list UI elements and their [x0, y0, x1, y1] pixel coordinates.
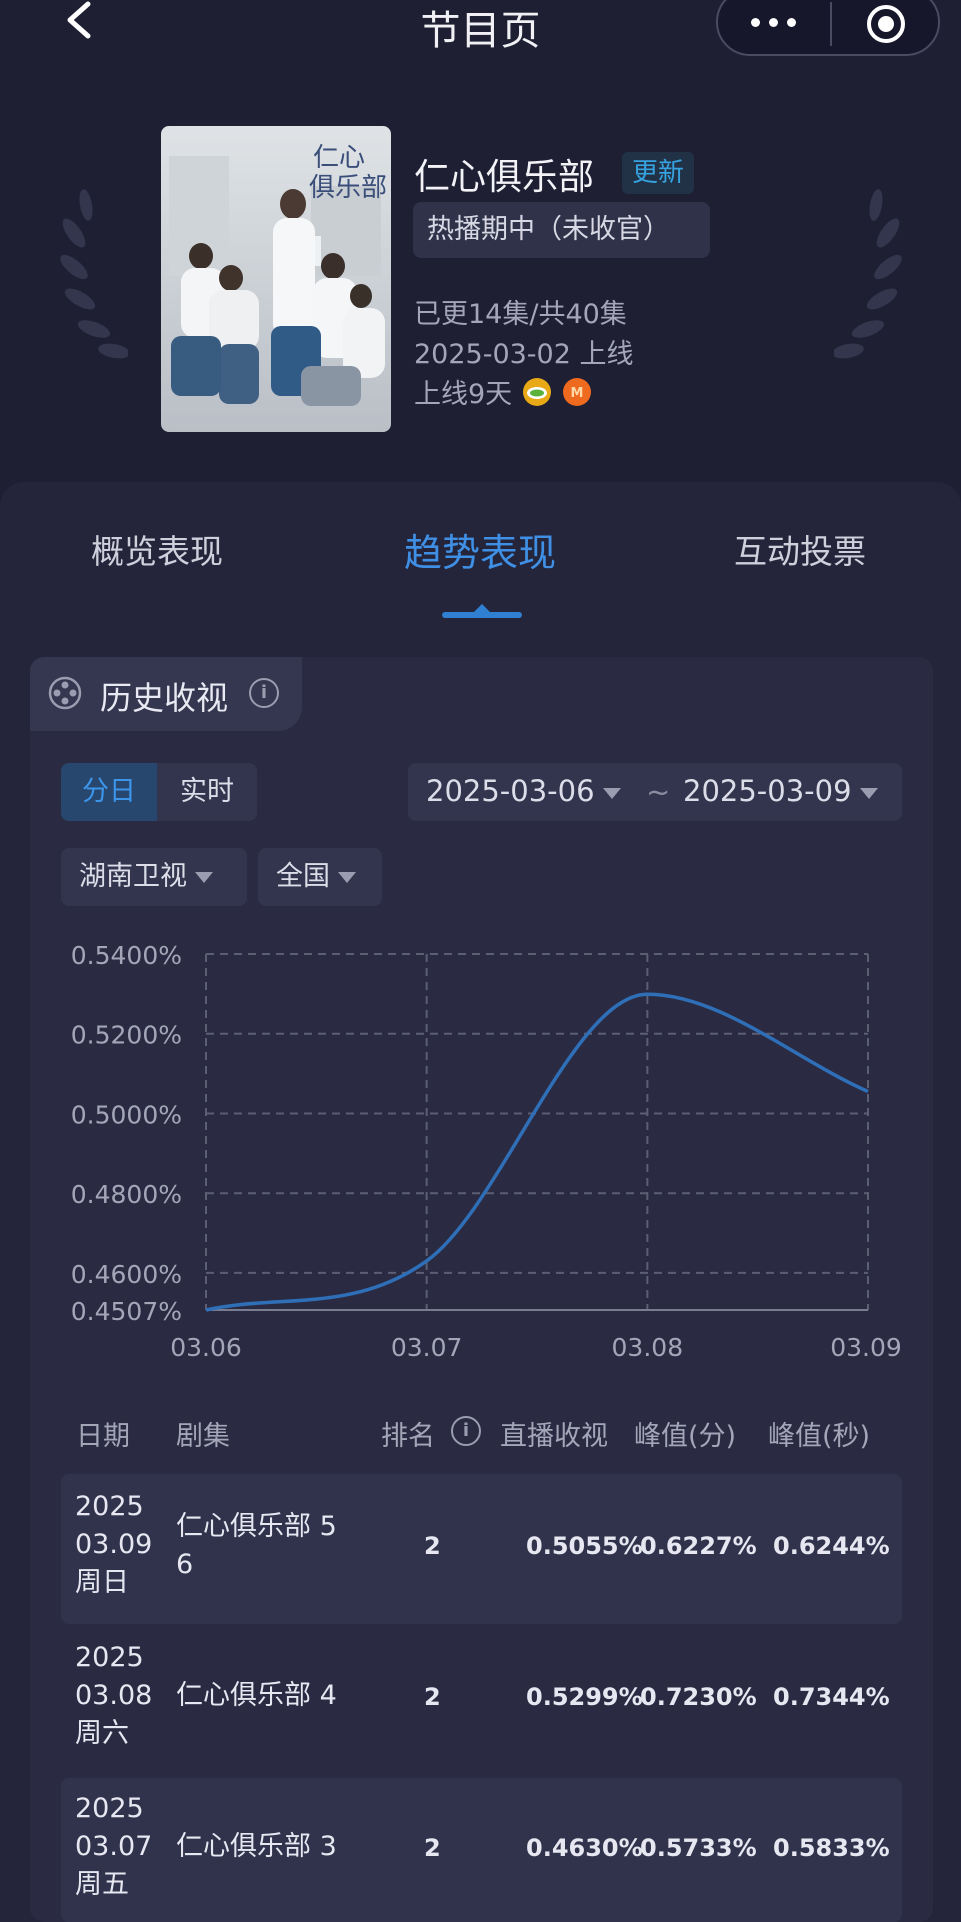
- series-line: [205, 992, 869, 1312]
- table-header-rank: 排名: [381, 1421, 435, 1452]
- y-tick-label: 0.5000%: [71, 1100, 182, 1129]
- row-year: 2025: [75, 1491, 144, 1522]
- row-peak-second: 0.6244%: [773, 1532, 890, 1560]
- x-tick-label: 03.07: [391, 1333, 463, 1362]
- row-episode-line1: 仁心俱乐部 5: [176, 1511, 337, 1542]
- table-row[interactable]: 2025 03.07 周五 仁心俱乐部 3 2 0.4630% 0.5733% …: [61, 1778, 902, 1922]
- x-tick-label: 03.08: [612, 1333, 684, 1362]
- table-row[interactable]: 2025 03.09 周日 仁心俱乐部 5 6 2 0.5055% 0.6227…: [61, 1474, 902, 1624]
- row-peak-minute: 0.7230%: [640, 1683, 757, 1711]
- row-episode: 仁心俱乐部 5 6: [176, 1508, 337, 1584]
- x-tick-label: 03.09: [830, 1333, 902, 1362]
- table-header-episode: 剧集: [176, 1421, 230, 1452]
- table-header-live-rating: 直播收视: [500, 1421, 608, 1452]
- row-live-rating: 0.5299%: [526, 1683, 643, 1711]
- row-date: 2025 03.09 周日: [75, 1488, 152, 1602]
- row-episode: 仁心俱乐部 3: [176, 1828, 337, 1866]
- row-day: 03.07: [75, 1831, 153, 1862]
- row-peak-second: 0.5833%: [773, 1834, 890, 1862]
- x-tick-label: 03.06: [170, 1333, 242, 1362]
- table-header-peak-second: 峰值(秒): [768, 1421, 871, 1452]
- row-rank: 2: [424, 1683, 441, 1711]
- ratings-line-chart: 0.5400% 0.5200% 0.5000% 0.4800% 0.4600% 0.450…: [71, 941, 902, 1362]
- row-year: 2025: [75, 1793, 144, 1824]
- row-date: 2025 03.08 周六: [75, 1639, 152, 1753]
- y-tick-label: 0.5400%: [71, 941, 182, 970]
- row-peak-minute: 0.6227%: [640, 1532, 757, 1560]
- table-header-peak-minute: 峰值(分): [634, 1421, 737, 1452]
- row-year: 2025: [75, 1642, 144, 1673]
- row-live-rating: 0.5055%: [526, 1532, 643, 1560]
- row-episode-line2: 6: [176, 1549, 194, 1580]
- table-row[interactable]: 2025 03.08 周六 仁心俱乐部 4 2 0.5299% 0.7230% …: [61, 1627, 902, 1775]
- row-weekday: 周六: [75, 1718, 129, 1749]
- row-live-rating: 0.4630%: [526, 1834, 643, 1862]
- y-tick-label: 0.4600%: [71, 1260, 182, 1289]
- y-tick-label: 0.5200%: [71, 1021, 182, 1050]
- row-day: 03.08: [75, 1680, 153, 1711]
- row-day: 03.09: [75, 1529, 153, 1560]
- row-weekday: 周日: [75, 1567, 129, 1598]
- y-tick-label: 0.4800%: [71, 1180, 182, 1209]
- row-rank: 2: [424, 1834, 441, 1862]
- row-episode-line1: 仁心俱乐部 3: [176, 1831, 337, 1862]
- row-peak-minute: 0.5733%: [640, 1834, 757, 1862]
- row-peak-second: 0.7344%: [773, 1683, 890, 1711]
- row-weekday: 周五: [75, 1869, 129, 1900]
- y-tick-label: 0.4507%: [71, 1297, 182, 1326]
- row-date: 2025 03.07 周五: [75, 1790, 152, 1904]
- row-episode-line1: 仁心俱乐部 4: [176, 1680, 337, 1711]
- row-rank: 2: [424, 1532, 441, 1560]
- row-episode: 仁心俱乐部 4: [176, 1677, 337, 1715]
- rank-info-icon[interactable]: i: [451, 1416, 481, 1446]
- table-header-date: 日期: [76, 1421, 130, 1452]
